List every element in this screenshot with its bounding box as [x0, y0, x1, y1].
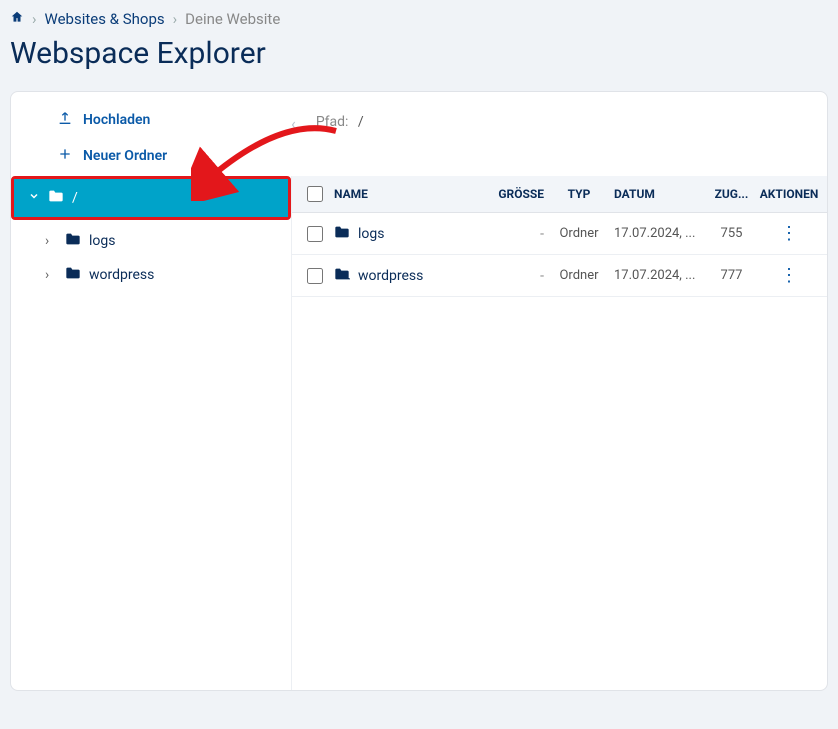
tree-item-logs[interactable]: › logs: [11, 224, 291, 258]
folder-icon: [65, 232, 81, 250]
row-size: -: [484, 226, 544, 242]
breadcrumb-link-websites[interactable]: Websites & Shops: [45, 10, 165, 28]
back-button[interactable]: ‹: [291, 114, 296, 133]
upload-button[interactable]: Hochladen: [31, 110, 291, 130]
explorer-panel: Hochladen Neuer Ordner ‹ Pfad: /: [10, 91, 828, 691]
chevron-down-icon: [28, 190, 40, 206]
header-date[interactable]: DATUM: [614, 187, 704, 201]
header-name[interactable]: NAME: [330, 187, 484, 201]
tree-root-label: /: [72, 190, 78, 206]
row-perm: 755: [704, 226, 759, 241]
new-folder-button[interactable]: Neuer Ordner: [31, 146, 291, 166]
select-all-checkbox[interactable]: [307, 186, 323, 202]
row-checkbox[interactable]: [307, 226, 323, 242]
header-perm[interactable]: ZUG...: [704, 187, 759, 201]
upload-label: Hochladen: [83, 112, 150, 128]
folder-icon: [48, 189, 64, 207]
chevron-right-icon: ›: [45, 267, 57, 283]
table-row[interactable]: logs - Ordner 17.07.2024, ... 755 ⋮: [292, 213, 827, 255]
folder-icon: [334, 267, 350, 285]
row-date: 17.07.2024, ...: [614, 226, 704, 241]
row-name: logs: [358, 226, 384, 242]
upload-icon: [57, 110, 73, 130]
path-label: Pfad:: [316, 114, 349, 130]
row-checkbox[interactable]: [307, 268, 323, 284]
file-table: NAME GRÖSSE TYP DATUM ZUG... AKTIONEN lo…: [291, 176, 827, 690]
new-folder-label: Neuer Ordner: [83, 148, 167, 164]
folder-icon: [65, 266, 81, 284]
tree-item-wordpress[interactable]: › wordpress: [11, 258, 291, 292]
header-size[interactable]: GRÖSSE: [484, 187, 544, 201]
row-name: wordpress: [358, 268, 423, 284]
home-icon[interactable]: [10, 10, 24, 28]
row-type: Ordner: [544, 268, 614, 283]
chevron-right-icon: ›: [173, 10, 178, 28]
table-header: NAME GRÖSSE TYP DATUM ZUG... AKTIONEN: [292, 176, 827, 213]
row-perm: 777: [704, 268, 759, 283]
row-size: -: [484, 268, 544, 284]
tree-item-label: logs: [89, 233, 115, 249]
page-title: Webspace Explorer: [10, 36, 828, 71]
chevron-right-icon: ›: [32, 10, 37, 28]
more-actions-icon[interactable]: ⋮: [780, 265, 798, 286]
path-value: /: [358, 114, 364, 130]
tree-root-folder[interactable]: /: [14, 179, 288, 217]
chevron-right-icon: ›: [45, 233, 57, 249]
folder-tree: / › logs › wordpress: [11, 176, 291, 690]
row-date: 17.07.2024, ...: [614, 268, 704, 283]
tree-item-label: wordpress: [89, 267, 154, 283]
plus-icon: [57, 146, 73, 166]
more-actions-icon[interactable]: ⋮: [780, 223, 798, 244]
table-row[interactable]: wordpress - Ordner 17.07.2024, ... 777 ⋮: [292, 255, 827, 297]
breadcrumb: › Websites & Shops › Deine Website: [10, 10, 828, 28]
header-type[interactable]: TYP: [544, 187, 614, 201]
row-type: Ordner: [544, 226, 614, 241]
breadcrumb-current: Deine Website: [185, 10, 280, 28]
folder-icon: [334, 225, 350, 243]
header-actions: AKTIONEN: [759, 187, 819, 201]
